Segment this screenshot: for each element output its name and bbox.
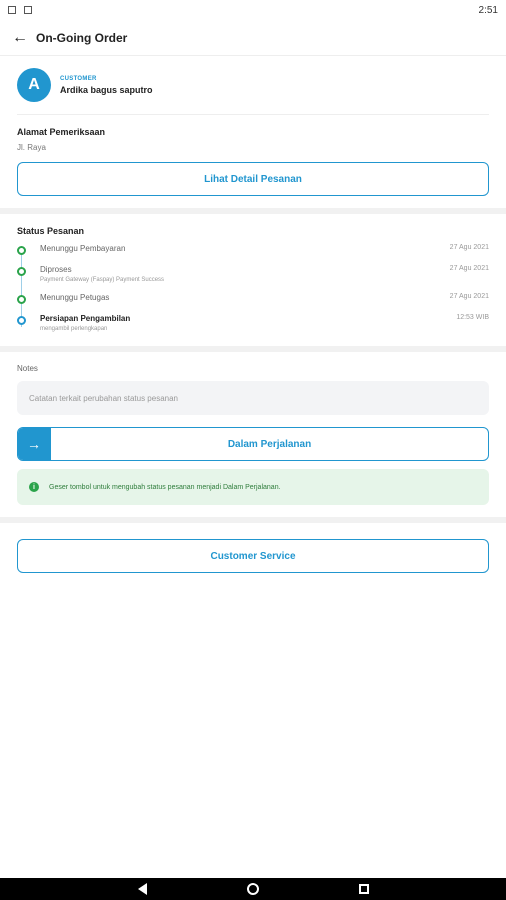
app-notification-icon bbox=[24, 6, 32, 14]
timeline-item: Diproses 27 Agu 2021 Payment Gateway (Fa… bbox=[17, 265, 489, 305]
swipe-status-slider[interactable]: → Dalam Perjalanan bbox=[17, 427, 489, 461]
timeline-label: Menunggu Petugas bbox=[40, 293, 110, 302]
info-text: Geser tombol untuk mengubah status pesan… bbox=[49, 483, 281, 491]
view-order-detail-button[interactable]: Lihat Detail Pesanan bbox=[17, 162, 489, 196]
customer-label: CUSTOMER bbox=[60, 75, 97, 82]
nav-back-icon[interactable] bbox=[137, 883, 147, 895]
timeline-subtext: mengambil perlengkapan bbox=[40, 326, 108, 332]
notes-input[interactable]: Catatan terkait perubahan status pesanan bbox=[17, 381, 489, 415]
customer-card: A CUSTOMER Ardika bagus saputro bbox=[17, 56, 489, 115]
arrow-right-icon[interactable]: → bbox=[18, 428, 51, 460]
avatar: A bbox=[17, 68, 51, 102]
section-divider bbox=[0, 346, 506, 352]
back-arrow-icon[interactable]: ← bbox=[12, 29, 36, 47]
timeline-date: 27 Agu 2021 bbox=[449, 244, 489, 251]
status-timeline: Menunggu Pembayaran 27 Agu 2021 Diproses… bbox=[17, 244, 489, 342]
check-dot-icon bbox=[17, 295, 26, 304]
status-title: Status Pesanan bbox=[17, 226, 85, 236]
info-icon: i bbox=[29, 482, 39, 492]
page-title: On-Going Order bbox=[36, 30, 128, 45]
slider-label: Dalam Perjalanan bbox=[227, 438, 312, 450]
check-dot-icon bbox=[17, 267, 26, 276]
customer-name: Ardika bagus saputro bbox=[60, 84, 153, 95]
nav-home-icon[interactable] bbox=[246, 883, 259, 895]
timeline-item: Menunggu Petugas 27 Agu 2021 bbox=[17, 293, 489, 327]
info-message: i Geser tombol untuk mengubah status pes… bbox=[17, 469, 489, 505]
system-status-bar: 2:51 bbox=[0, 0, 506, 20]
system-nav-bar bbox=[0, 878, 506, 900]
check-dot-icon bbox=[17, 246, 26, 255]
timeline-date: 27 Agu 2021 bbox=[449, 265, 489, 272]
timeline-item: Persiapan Pengambilan 12:53 WIB mengambi… bbox=[17, 314, 489, 342]
current-dot-icon bbox=[17, 316, 26, 325]
timeline-label: Menunggu Pembayaran bbox=[40, 244, 126, 253]
section-divider bbox=[0, 517, 506, 523]
customer-service-button[interactable]: Customer Service bbox=[17, 539, 489, 573]
section-divider bbox=[0, 208, 506, 214]
clock: 2:51 bbox=[478, 4, 498, 16]
timeline-date: 27 Agu 2021 bbox=[449, 293, 489, 300]
notification-icon bbox=[8, 6, 16, 14]
notes-title: Notes bbox=[17, 364, 38, 373]
timeline-label: Persiapan Pengambilan bbox=[40, 314, 131, 323]
timeline-label: Diproses bbox=[40, 265, 72, 274]
timeline-subtext: Payment Gateway (Faspay) Payment Success bbox=[40, 277, 165, 283]
timeline-date: 12:53 WIB bbox=[456, 314, 489, 321]
address-value: Jl. Raya bbox=[17, 143, 46, 152]
timeline-item: Menunggu Pembayaran 27 Agu 2021 bbox=[17, 244, 489, 278]
app-bar: ← On-Going Order bbox=[0, 20, 506, 56]
address-title: Alamat Pemeriksaan bbox=[17, 127, 106, 137]
nav-recents-icon[interactable] bbox=[358, 884, 369, 894]
